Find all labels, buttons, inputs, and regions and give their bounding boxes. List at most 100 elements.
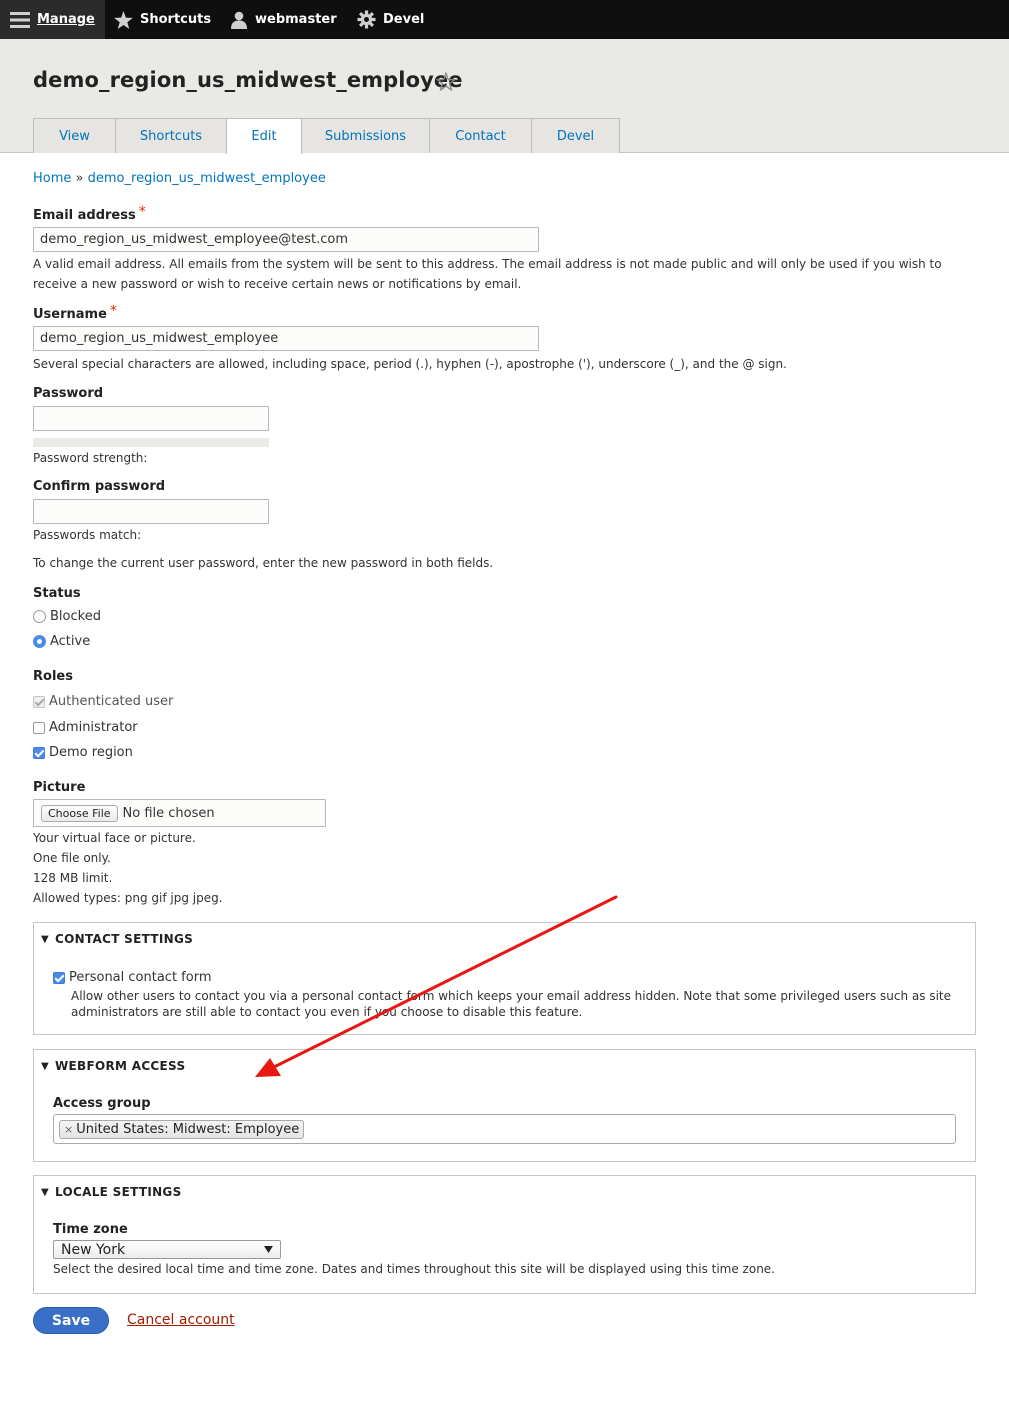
star-icon [114,10,133,29]
personal-contact-form-checkbox[interactable] [53,971,65,984]
role-administrator-checkbox[interactable] [33,721,45,734]
breadcrumb: Home » demo_region_us_midwest_employee [33,171,326,186]
breadcrumb-home[interactable]: Home [33,171,71,186]
tab-contact-label: Contact [455,128,506,144]
access-group-label: Access group [53,1096,151,1111]
email-required-mark: * [138,204,146,220]
toolbar-devel-label: Devel [383,12,425,27]
status-active-option[interactable]: Active [33,634,90,649]
tab-devel[interactable]: Devel [531,118,620,153]
contact-settings-description: Allow other users to contact you via a p… [71,988,951,1020]
status-blocked-radio[interactable] [33,610,46,623]
gear-icon [357,10,376,29]
contact-settings-legend[interactable]: ▼ CONTACT SETTINGS [41,932,193,946]
access-group-chip-label: United States: Midwest: Employee [76,1121,300,1137]
username-label: Username * [33,303,117,322]
locale-settings-legend-text: LOCALE SETTINGS [55,1185,182,1199]
contact-settings-description-line1: Allow other users to contact you via a p… [71,989,951,1003]
collapse-triangle-icon: ▼ [41,1060,49,1072]
time-zone-label: Time zone [53,1222,128,1237]
tab-submissions[interactable]: Submissions [301,118,430,153]
toolbar-shortcuts[interactable]: Shortcuts [114,0,211,39]
role-demo-region-option[interactable]: Demo region [33,745,133,760]
picture-help-line: Allowed types: png gif jpg jpeg. [33,891,223,905]
role-authenticated-checkbox [33,695,45,708]
breadcrumb-separator: » [75,171,84,186]
username-label-text: Username [33,307,107,322]
user-icon [231,11,247,29]
time-zone-select[interactable]: New York [53,1240,281,1259]
locale-settings-legend[interactable]: ▼ LOCALE SETTINGS [41,1185,182,1199]
picture-help-line: One file only. [33,851,111,865]
collapse-triangle-icon: ▼ [41,1186,49,1198]
access-group-select[interactable]: × United States: Midwest: Employee [53,1114,956,1144]
save-button[interactable]: Save [33,1307,109,1334]
tab-view[interactable]: View [33,118,116,153]
email-label-text: Email address [33,208,136,223]
time-zone-selected-value: New York [61,1241,126,1258]
password-strength-bar [33,438,269,447]
collapse-triangle-icon: ▼ [41,933,49,945]
email-description-line1: A valid email address. All emails from t… [33,257,942,271]
role-demo-region-label: Demo region [49,745,133,760]
tab-submissions-label: Submissions [324,128,407,144]
cancel-account-link[interactable]: Cancel account [127,1312,235,1328]
hamburger-icon [10,11,30,28]
shortcut-star-icon[interactable] [436,72,456,91]
status-active-label: Active [50,634,91,649]
toolbar-shortcuts-label: Shortcuts [140,12,212,27]
tab-contact[interactable]: Contact [429,118,532,153]
email-label: Email address * [33,204,146,223]
personal-contact-form-option[interactable]: Personal contact form [53,970,212,985]
status-blocked-option[interactable]: Blocked [33,609,101,624]
tab-shortcuts[interactable]: Shortcuts [115,118,227,153]
access-group-chip: × United States: Midwest: Employee [59,1119,305,1139]
role-administrator-option[interactable]: Administrator [33,720,138,735]
webform-access-legend[interactable]: ▼ WEBFORM ACCESS [41,1059,185,1073]
username-required-mark: * [109,303,117,319]
breadcrumb-current[interactable]: demo_region_us_midwest_employee [88,171,326,186]
dropdown-arrow-icon [264,1246,273,1253]
chip-remove-icon[interactable]: × [64,1123,73,1136]
tab-devel-label: Devel [556,128,595,144]
status-label: Status [33,586,81,601]
toolbar-user-label: webmaster [255,12,337,27]
admin-toolbar: Manage Shortcuts webmaster Devel [0,0,1009,39]
tab-view-label: View [59,128,90,144]
status-active-radio[interactable] [33,635,46,648]
picture-help-line: Your virtual face or picture. [33,831,196,845]
username-description: Several special characters are allowed, … [33,357,787,371]
contact-settings-fieldset: ▼ CONTACT SETTINGS Personal contact form… [33,922,976,1035]
role-administrator-label: Administrator [49,720,138,735]
picture-label: Picture [33,780,86,795]
page-header: demo_region_us_midwest_employee View Sho… [0,39,1009,154]
contact-settings-legend-text: CONTACT SETTINGS [55,932,194,946]
role-authenticated-option: Authenticated user [33,694,173,709]
choose-file-button[interactable]: Choose File [41,804,118,822]
username-field[interactable]: demo_region_us_midwest_employee [33,326,539,351]
toolbar-devel[interactable]: Devel [357,0,424,39]
tab-edit[interactable]: Edit [226,118,302,154]
time-zone-description: Select the desired local time and time z… [53,1262,775,1276]
personal-contact-form-label: Personal contact form [69,970,212,985]
email-description-line2: receive a new password or wish to receiv… [33,277,522,291]
roles-label: Roles [33,669,73,684]
confirm-password-field[interactable] [33,499,269,524]
no-file-chosen-text: No file chosen [122,805,215,821]
toolbar-user[interactable]: webmaster [230,0,337,39]
password-strength-label: Password strength: [33,451,148,465]
email-field[interactable]: demo_region_us_midwest_employee@test.com [33,227,539,252]
username-field-value: demo_region_us_midwest_employee [40,331,279,346]
role-authenticated-label: Authenticated user [49,694,174,709]
email-field-value: demo_region_us_midwest_employee@test.com [40,232,349,247]
role-demo-region-checkbox[interactable] [33,746,45,759]
passwords-match-label: Passwords match: [33,528,142,542]
picture-help: Your virtual face or picture. One file o… [33,828,223,908]
status-blocked-label: Blocked [50,609,101,624]
toolbar-manage[interactable]: Manage [0,0,105,39]
tab-edit-label: Edit [251,129,277,144]
webform-access-fieldset: ▼ WEBFORM ACCESS Access group × United S… [33,1049,976,1162]
password-field[interactable] [33,406,269,431]
picture-file-input[interactable]: Choose File No file chosen [33,799,326,827]
page-title: demo_region_us_midwest_employee [33,68,463,92]
